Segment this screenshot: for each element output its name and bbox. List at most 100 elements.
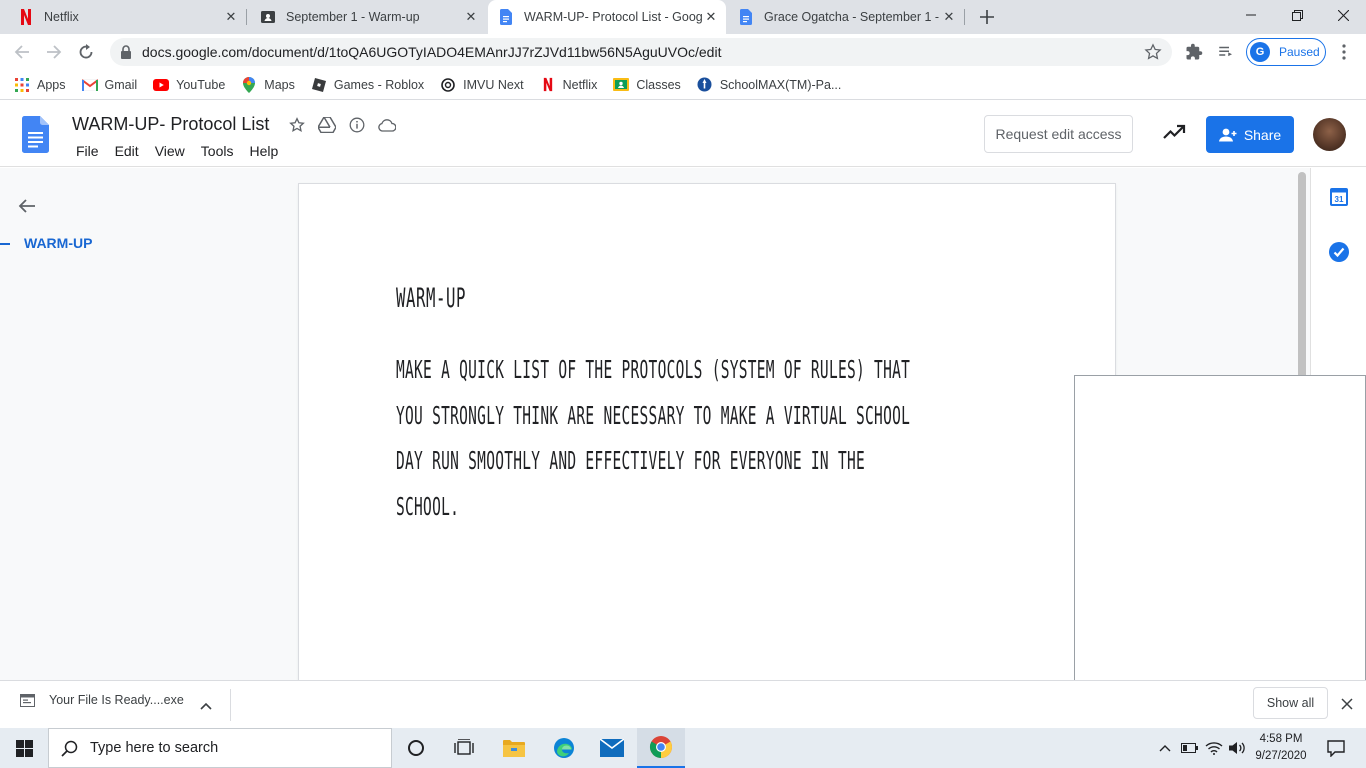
calendar-button[interactable]: 31: [1330, 188, 1348, 211]
profile-button[interactable]: G Paused: [1246, 38, 1326, 66]
tasks-button[interactable]: [1329, 242, 1349, 267]
download-item[interactable]: Your File Is Ready....exe: [20, 693, 184, 707]
close-icon[interactable]: ✕: [940, 8, 958, 26]
close-icon: [1341, 698, 1353, 710]
restore-button[interactable]: [1274, 0, 1320, 30]
docs-home-button[interactable]: [22, 116, 49, 158]
browser-menu-button[interactable]: [1331, 39, 1357, 65]
mail-icon: [600, 739, 624, 757]
close-outline-button[interactable]: [17, 196, 37, 221]
browser-tab-grace-doc[interactable]: Grace Ogatcha - September 1 - W ✕: [728, 0, 964, 34]
docs-header: WARM-UP- Protocol List File Edit View To…: [0, 101, 1366, 167]
reload-icon: [79, 44, 93, 59]
youtube-icon: [153, 77, 170, 93]
speaker-icon: [1228, 742, 1245, 754]
chrome-button[interactable]: [637, 728, 685, 768]
star-icon[interactable]: [287, 115, 307, 135]
chrome-icon: [650, 736, 672, 758]
bookmark-netflix[interactable]: Netflix: [540, 77, 598, 93]
task-view-button[interactable]: [440, 728, 488, 768]
edge-button[interactable]: [540, 728, 588, 768]
bookmark-youtube[interactable]: YouTube: [153, 77, 225, 93]
taskbar-search-box[interactable]: Type here to search: [48, 728, 392, 768]
close-icon[interactable]: ✕: [702, 8, 720, 26]
bookmark-imvu[interactable]: IMVU Next: [440, 77, 524, 93]
bookmark-label: Netflix: [562, 77, 598, 92]
close-download-bar-button[interactable]: [1341, 697, 1353, 715]
profile-status: Paused: [1279, 45, 1320, 59]
extensions-button[interactable]: [1181, 39, 1207, 65]
person-add-icon: [1218, 128, 1237, 142]
classroom-icon: [260, 9, 276, 25]
network-button[interactable]: [1203, 728, 1225, 768]
minimize-button[interactable]: [1228, 0, 1274, 30]
cortana-button[interactable]: [392, 728, 440, 768]
docs-icon: [498, 9, 514, 25]
browser-tab-warmup-doc[interactable]: WARM-UP- Protocol List - Google ✕: [488, 0, 726, 34]
address-bar[interactable]: docs.google.com/document/d/1toQA6UGOTyIA…: [110, 38, 1172, 66]
outline-item-warm-up[interactable]: WARM-UP: [24, 235, 92, 251]
calendar-day: 31: [1335, 195, 1344, 204]
new-tab-button[interactable]: [975, 5, 999, 29]
bookmark-maps[interactable]: Maps: [241, 76, 295, 93]
request-edit-access-button[interactable]: Request edit access: [984, 115, 1133, 153]
bookmark-roblox[interactable]: Games - Roblox: [311, 77, 424, 93]
menu-view[interactable]: View: [149, 142, 191, 160]
volume-button[interactable]: [1226, 728, 1248, 768]
download-options-button[interactable]: [200, 697, 212, 715]
browser-tab-netflix[interactable]: Netflix ✕: [0, 0, 246, 34]
info-icon[interactable]: [347, 115, 367, 135]
account-avatar[interactable]: [1313, 118, 1346, 151]
share-button[interactable]: Share: [1206, 116, 1294, 153]
media-controls-button[interactable]: [1213, 39, 1239, 65]
bookmark-gmail[interactable]: Gmail: [81, 77, 137, 93]
document-title[interactable]: WARM-UP- Protocol List: [72, 114, 269, 135]
menu-tools[interactable]: Tools: [195, 142, 240, 160]
battery-button[interactable]: [1178, 728, 1200, 768]
taskbar-clock[interactable]: 4:58 PM 9/27/2020: [1250, 731, 1312, 765]
task-view-icon: [454, 739, 474, 755]
clock-time: 4:58 PM: [1259, 733, 1303, 745]
bookmark-classes[interactable]: Classes: [613, 77, 681, 93]
bookmark-label: SchoolMAX(TM)-Pa...: [719, 77, 842, 92]
arrow-left-icon: [18, 199, 35, 213]
close-window-button[interactable]: [1320, 0, 1366, 30]
back-button[interactable]: [9, 39, 35, 65]
tab-title: WARM-UP- Protocol List - Google: [524, 10, 702, 24]
bookmark-apps[interactable]: Apps: [14, 77, 66, 93]
activity-dashboard-button[interactable]: [1162, 123, 1186, 148]
outline-current-marker: [0, 243, 10, 245]
arrow-right-icon: [47, 45, 62, 59]
browser-tab-classroom[interactable]: September 1 - Warm-up ✕: [248, 0, 486, 34]
show-hidden-icons-button[interactable]: [1155, 728, 1175, 768]
document-scrollbar[interactable]: [1298, 172, 1306, 404]
tab-separator: [246, 9, 247, 25]
reload-button[interactable]: [73, 39, 99, 65]
mail-button[interactable]: [588, 728, 636, 768]
bookmark-label: Maps: [264, 77, 295, 92]
docs-logo-icon: [22, 116, 49, 153]
move-to-drive-icon[interactable]: [317, 115, 337, 135]
close-icon[interactable]: ✕: [462, 8, 480, 26]
close-icon[interactable]: ✕: [222, 8, 240, 26]
chevron-up-icon: [1159, 745, 1171, 752]
forward-button[interactable]: [41, 39, 67, 65]
netflix-icon: [18, 9, 34, 25]
apps-grid-icon: [14, 77, 30, 93]
show-all-downloads-button[interactable]: Show all: [1253, 687, 1328, 719]
bookmark-schoolmax[interactable]: SchoolMAX(TM)-Pa...: [697, 77, 842, 93]
start-button[interactable]: [0, 728, 48, 768]
menu-file[interactable]: File: [70, 142, 105, 160]
menu-edit[interactable]: Edit: [109, 142, 145, 160]
tasks-icon: [1329, 242, 1349, 262]
document-body: Make a quick list of the protocols (syst…: [396, 347, 1015, 529]
body-line: Make a quick list of the protocols (syst…: [396, 355, 911, 384]
bookmark-star-icon[interactable]: [1144, 43, 1162, 66]
file-explorer-button[interactable]: [490, 728, 538, 768]
menu-help[interactable]: Help: [243, 142, 284, 160]
windows-taskbar: Type here to search 4:58 PM 9/27/2020: [0, 728, 1366, 768]
cloud-saved-icon[interactable]: [377, 115, 397, 135]
action-center-button[interactable]: [1318, 728, 1354, 768]
profile-avatar: G: [1250, 42, 1270, 62]
search-placeholder: Type here to search: [90, 740, 219, 756]
